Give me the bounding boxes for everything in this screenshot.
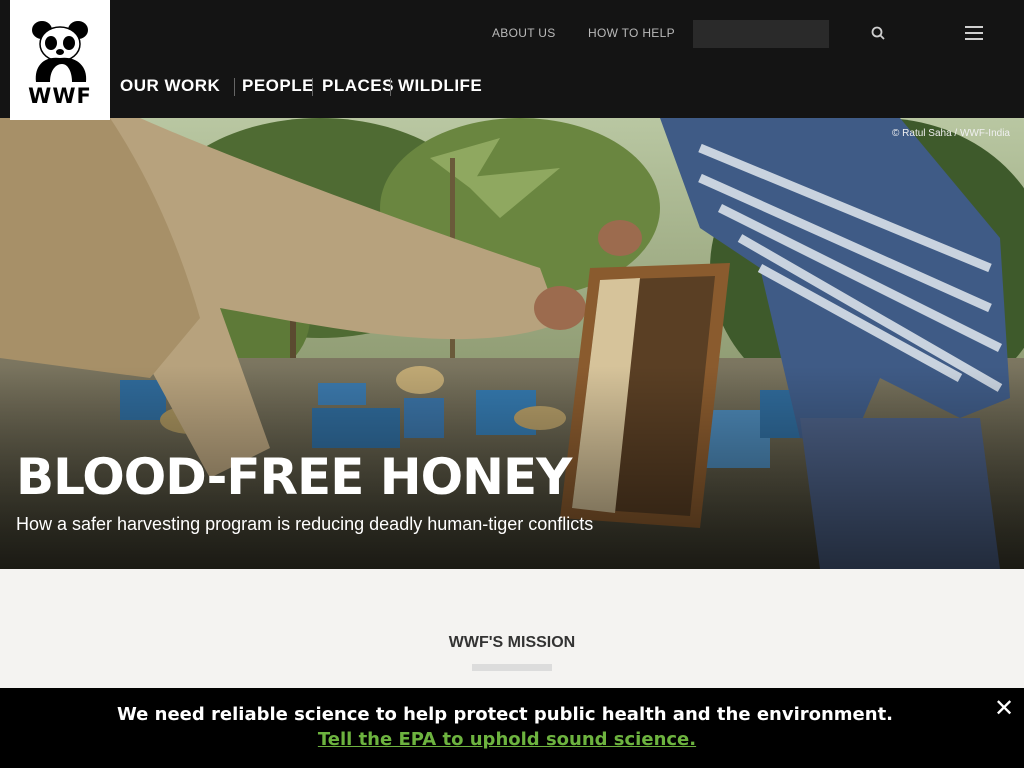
site-header: WWF ABOUT US HOW TO HELP OUR WORK PEOPLE… [0,0,1024,120]
hamburger-icon [965,25,983,40]
nav-places[interactable]: PLACES [322,66,394,106]
wwf-logo[interactable]: WWF [10,0,110,120]
about-us-link[interactable]: ABOUT US [492,26,556,40]
how-to-help-link[interactable]: HOW TO HELP [588,26,675,40]
nav-people[interactable]: PEOPLE [242,66,314,106]
menu-button[interactable] [930,20,1018,48]
search-input[interactable] [693,20,829,48]
nav-divider [312,78,313,96]
close-icon[interactable]: ✕ [992,696,1016,720]
hero-title[interactable]: BLOOD-FREE HONEY [16,448,572,506]
panda-icon [32,21,88,82]
search-button[interactable] [832,20,924,48]
banner-link[interactable]: Tell the EPA to uphold sound science. [0,729,1014,750]
logo-text: WWF [28,84,92,108]
nav-divider [390,78,391,96]
mission-divider [472,664,552,671]
search-icon [871,26,885,40]
hero-image[interactable]: © Ratul Saha / WWF-India BLOOD-FREE HONE… [0,118,1024,569]
nav-our-work[interactable]: OUR WORK [120,66,220,106]
mission-heading: WWF'S MISSION [448,634,576,651]
hero-subtitle[interactable]: How a safer harvesting program is reduci… [16,514,593,535]
banner-message: We need reliable science to help protect… [116,704,894,725]
nav-divider [234,78,235,96]
advocacy-banner: We need reliable science to help protect… [0,688,1024,768]
nav-wildlife[interactable]: WILDLIFE [398,66,482,106]
photo-credit: © Ratul Saha / WWF-India [892,128,1010,139]
